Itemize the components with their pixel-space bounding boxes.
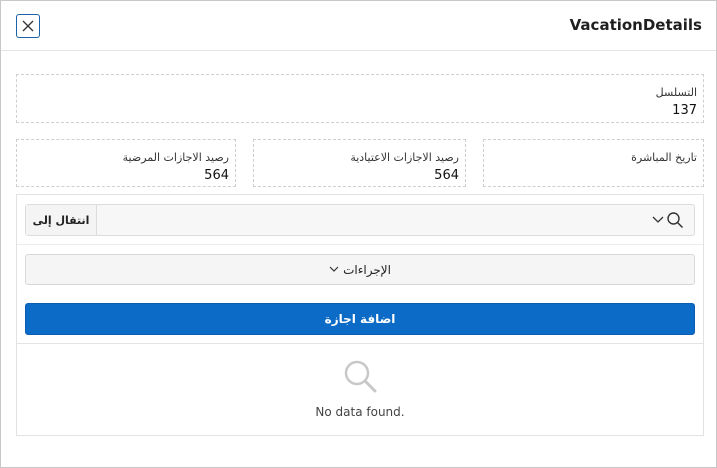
chevron-down-icon xyxy=(652,216,664,223)
dialog-title: VacationDetails xyxy=(569,16,702,34)
no-data-message: No data found. xyxy=(315,405,405,419)
sick-balance-value: 564 xyxy=(204,168,229,183)
regular-balance-label: رصيد الاجازات الاعتيادية xyxy=(350,151,459,164)
search-input[interactable] xyxy=(98,205,654,235)
sick-balance-field: رصيد الاجازات المرضية 564 xyxy=(16,139,236,187)
search-column-menu-button[interactable] xyxy=(648,208,688,232)
close-button[interactable] xyxy=(16,14,40,38)
actions-menu-button[interactable]: الإجراءات xyxy=(25,254,695,285)
start-date-field: تاريخ المباشرة xyxy=(483,139,704,187)
actions-label: الإجراءات xyxy=(343,262,391,277)
chevron-down-icon xyxy=(329,266,339,272)
report-divider xyxy=(17,343,703,344)
regular-balance-field: رصيد الاجازات الاعتيادية 564 xyxy=(253,139,466,187)
search-icon xyxy=(667,212,684,229)
close-icon xyxy=(22,20,34,32)
dialog-titlebar: VacationDetails xyxy=(1,1,716,51)
serial-value: 137 xyxy=(672,103,697,118)
go-button[interactable]: انتقال إلى xyxy=(26,205,97,235)
add-vacation-button[interactable]: اضافة اجازة xyxy=(25,303,695,335)
search-icon xyxy=(344,360,377,393)
toolbar-divider xyxy=(17,244,703,245)
vacations-report-region: انتقال إلى الإجراءات اضافة اجازة No data… xyxy=(16,194,704,436)
regular-balance-value: 564 xyxy=(434,168,459,183)
vacation-details-dialog: VacationDetails التسلسل 137 تاريخ المباش… xyxy=(0,0,717,468)
serial-field: التسلسل 137 xyxy=(16,74,704,123)
start-date-label: تاريخ المباشرة xyxy=(631,151,697,164)
serial-label: التسلسل xyxy=(655,86,697,99)
sick-balance-label: رصيد الاجازات المرضية xyxy=(122,151,229,164)
search-bar: انتقال إلى xyxy=(25,204,695,236)
